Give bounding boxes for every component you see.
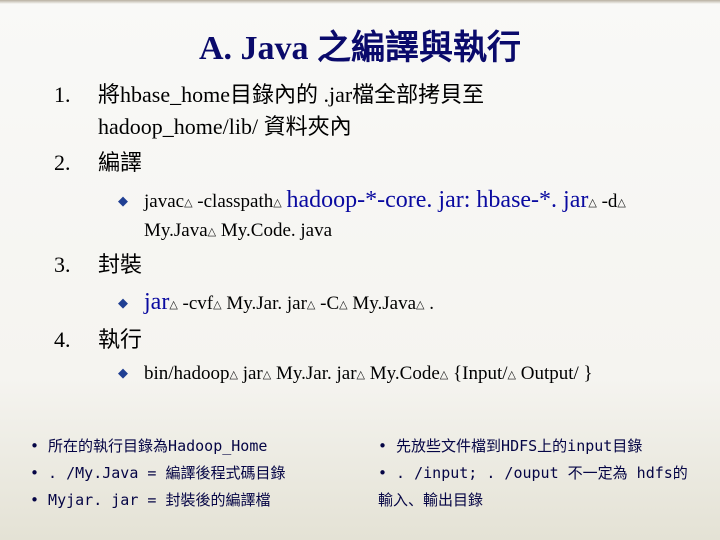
item-text: 封裝 <box>98 249 142 281</box>
footer-line: • . /input; . /ouput 不一定為 hdfs的輸入、輸出目錄 <box>378 460 690 514</box>
footer-notes: • 所在的執行目錄為Hadoop_Home • . /My.Java = 編譯後… <box>0 433 720 514</box>
item-number: 1. <box>54 82 98 108</box>
item-text: 執行 <box>98 324 142 356</box>
triangle-icon: △ <box>208 226 216 238</box>
diamond-icon: ◆ <box>118 365 128 381</box>
footer-left: • 所在的執行目錄為Hadoop_Home • . /My.Java = 編譯後… <box>30 433 342 514</box>
footer-line: • Myjar. jar = 封裝後的編譯檔 <box>30 487 342 514</box>
code-line: bin/hadoop△ jar△ My.Jar. jar△ My.Code△ {… <box>144 360 593 388</box>
tok: -C <box>320 293 339 314</box>
tok: jar <box>243 363 263 384</box>
triangle-icon: △ <box>184 197 192 209</box>
footer-right: • 先放些文件檔到HDFS上的input目錄 • . /input; . /ou… <box>378 433 690 514</box>
triangle-icon: △ <box>357 369 365 381</box>
line: hadoop_home/lib/ 資料夾內 <box>98 114 352 139</box>
item-2-sub: ◆ javac△ -classpath△ hadoop-*-core. jar:… <box>54 183 680 245</box>
triangle-icon: △ <box>307 299 315 311</box>
tok: -d <box>602 191 618 212</box>
item-3: 3. 封裝 <box>54 249 680 281</box>
tok: javac <box>144 191 184 212</box>
slide-title: A. Java 之編譯與執行 <box>0 0 720 79</box>
footer-line: • 所在的執行目錄為Hadoop_Home <box>30 433 342 460</box>
code-line: javac△ -classpath△ hadoop-*-core. jar: h… <box>144 183 626 245</box>
item-4-sub: ◆ bin/hadoop△ jar△ My.Jar. jar△ My.Code△… <box>54 360 680 388</box>
triangle-icon: △ <box>588 197 596 209</box>
tok: -classpath <box>197 191 273 212</box>
triangle-icon: △ <box>508 369 516 381</box>
tok: My.Jar. jar <box>276 363 357 384</box>
footer-line: • 先放些文件檔到HDFS上的input目錄 <box>378 433 690 460</box>
triangle-icon: △ <box>169 299 177 311</box>
triangle-icon: △ <box>273 197 281 209</box>
tok: My.Jar. jar <box>226 293 307 314</box>
line: 將hbase_home目錄內的 .jar檔全部拷貝至 <box>98 82 484 107</box>
tok: My.Code. java <box>221 220 332 241</box>
tok-blue: jar <box>144 289 169 315</box>
footer-line: • . /My.Java = 編譯後程式碼目錄 <box>30 460 342 487</box>
tok: -cvf <box>183 293 214 314</box>
item-number: 2. <box>54 150 98 176</box>
triangle-icon: △ <box>440 369 448 381</box>
item-number: 4. <box>54 327 98 353</box>
triangle-icon: △ <box>213 299 221 311</box>
tok: Output/ } <box>521 363 593 384</box>
diamond-icon: ◆ <box>118 295 128 311</box>
item-text: 編譯 <box>98 147 142 179</box>
diamond-icon: ◆ <box>118 193 128 209</box>
item-number: 3. <box>54 252 98 278</box>
triangle-icon: △ <box>339 299 347 311</box>
tok: My.Java <box>352 293 416 314</box>
item-3-sub: ◆ jar△ -cvf△ My.Jar. jar△ -C△ My.Java△ . <box>54 285 680 320</box>
triangle-icon: △ <box>230 369 238 381</box>
tok-blue: hadoop-*-core. jar: hbase-*. jar <box>287 187 589 213</box>
slide-body: 1. 將hbase_home目錄內的 .jar檔全部拷貝至 hadoop_hom… <box>0 79 720 387</box>
tok: bin/hadoop <box>144 363 230 384</box>
code-line: jar△ -cvf△ My.Jar. jar△ -C△ My.Java△ . <box>144 285 434 320</box>
tok: My.Code <box>370 363 440 384</box>
tok: {Input/ <box>453 363 508 384</box>
triangle-icon: △ <box>263 369 271 381</box>
item-4: 4. 執行 <box>54 324 680 356</box>
triangle-icon: △ <box>416 299 424 311</box>
item-1: 1. 將hbase_home目錄內的 .jar檔全部拷貝至 hadoop_hom… <box>54 79 680 143</box>
tok: . <box>429 293 434 314</box>
item-2: 2. 編譯 <box>54 147 680 179</box>
triangle-icon: △ <box>617 197 625 209</box>
item-text: 將hbase_home目錄內的 .jar檔全部拷貝至 hadoop_home/l… <box>98 79 484 143</box>
tok: My.Java <box>144 220 208 241</box>
